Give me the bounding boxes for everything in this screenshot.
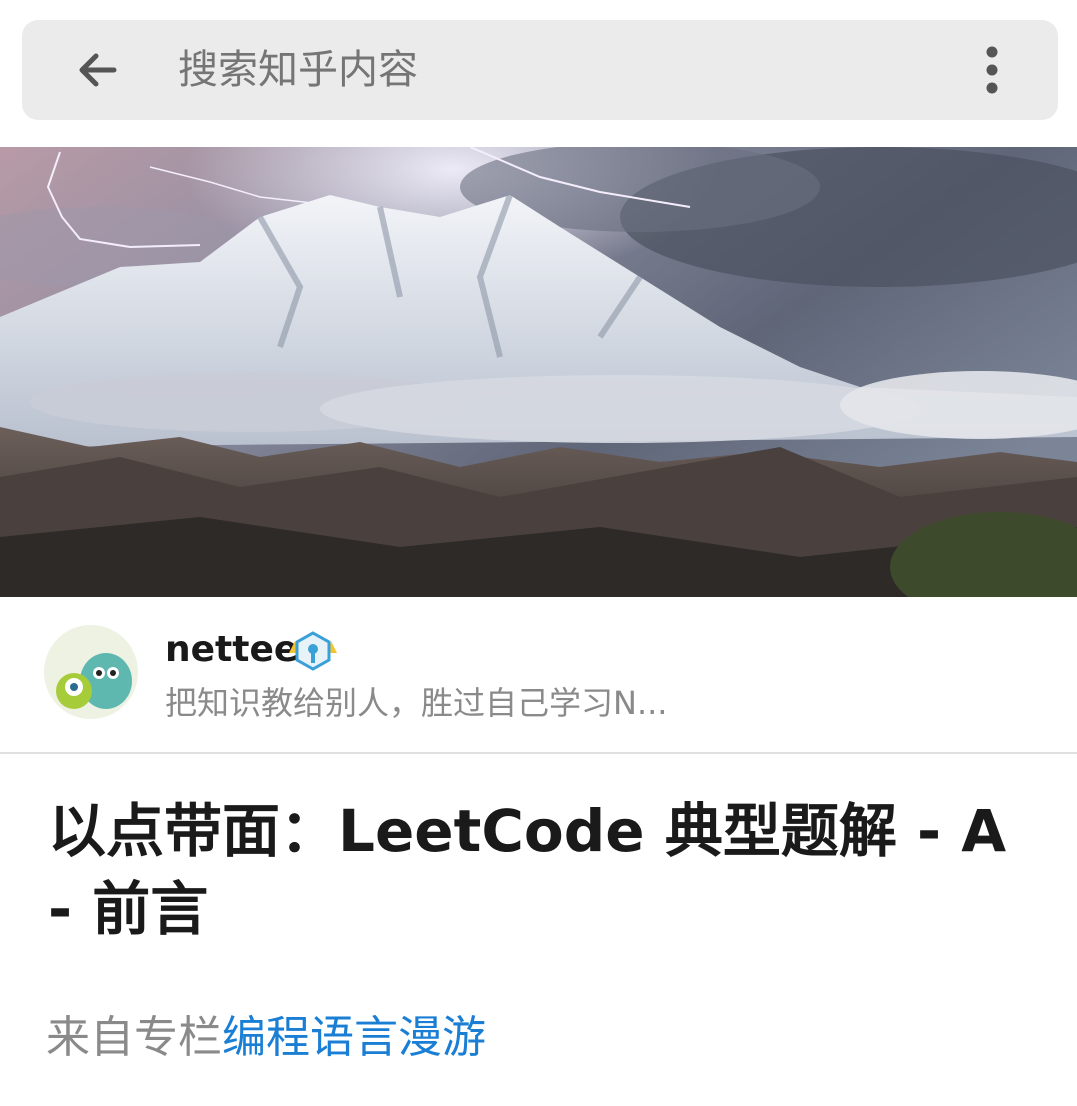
monster-avatar-image <box>44 625 138 719</box>
column-source: 来自专栏编程语言漫游 <box>46 1008 486 1068</box>
author-bio: 把知识教给别人，胜过自己学习N... <box>165 684 668 722</box>
search-input[interactable]: 搜索知乎内容 <box>178 44 418 96</box>
column-link[interactable]: 编程语言漫游 <box>222 1012 486 1063</box>
header-image <box>0 147 1077 597</box>
more-options-button[interactable] <box>964 42 1020 98</box>
mountain-landscape-image <box>0 147 1077 597</box>
author-name[interactable]: nettee <box>165 627 298 673</box>
back-button[interactable] <box>70 42 126 98</box>
search-bar[interactable]: 搜索知乎内容 <box>22 20 1058 120</box>
arrow-left-icon <box>79 53 117 87</box>
article-title: 以点带面：LeetCode 典型题解 - A - 前言 <box>48 797 1007 943</box>
verified-badge-icon <box>287 631 339 671</box>
more-vertical-icon <box>986 46 998 94</box>
avatar[interactable] <box>44 625 138 719</box>
column-prefix-label: 来自专栏 <box>46 1012 222 1063</box>
author-info: nettee 把知识教给别人，胜过自己学习N... <box>0 597 1077 754</box>
